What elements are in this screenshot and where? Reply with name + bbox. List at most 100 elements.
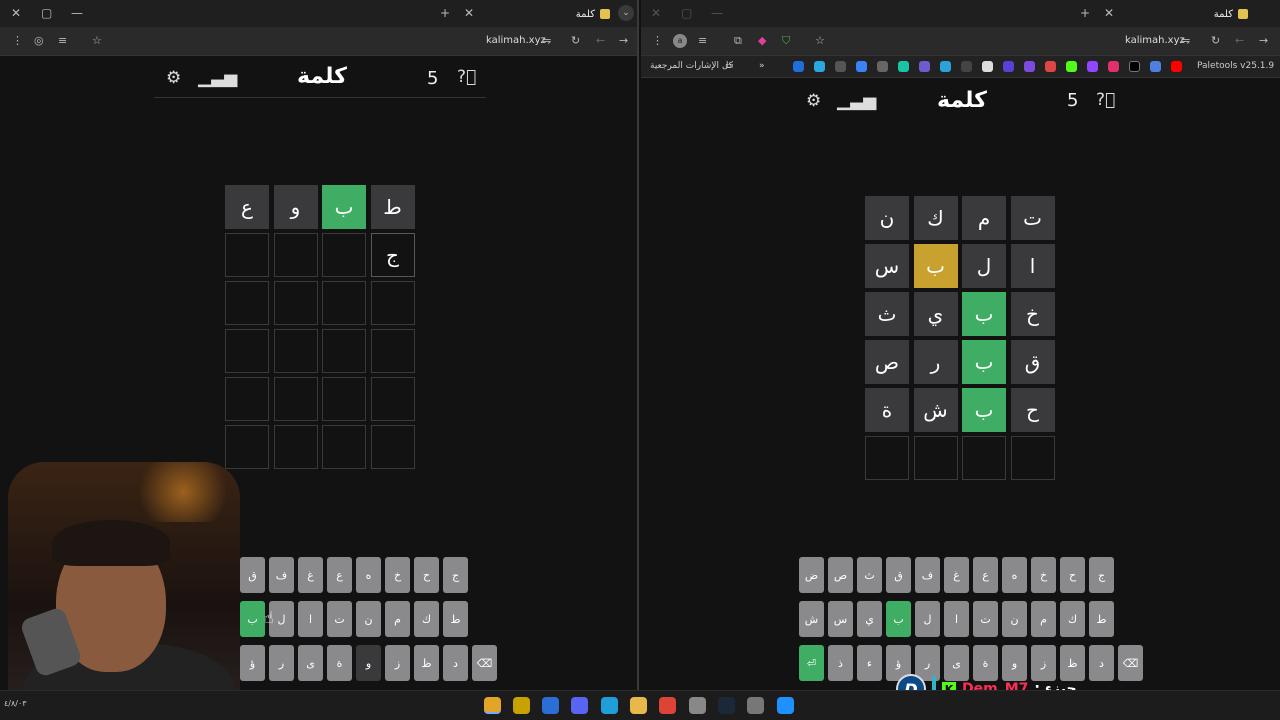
bookmark-icon-3[interactable] (835, 61, 846, 72)
keyboard-key[interactable]: ء (857, 645, 882, 681)
bookmark-icon-12[interactable] (1024, 61, 1035, 72)
paletools-label[interactable]: Paletools v25.1.9 (1197, 61, 1274, 71)
keyboard-key[interactable]: د (1089, 645, 1114, 681)
backspace-key[interactable]: ⌫ (1118, 645, 1143, 681)
kick-icon[interactable] (1066, 61, 1077, 72)
extension-shield-icon[interactable]: ⛉ (782, 34, 790, 48)
keyboard-key[interactable]: ا (298, 601, 323, 637)
windows-start-icon[interactable] (777, 697, 794, 714)
bookmark-star-icon[interactable]: ☆ (92, 34, 102, 47)
bookmark-icon-4[interactable] (856, 61, 867, 72)
keyboard-key[interactable]: ت (327, 601, 352, 637)
keyboard-key[interactable]: ظ (414, 645, 439, 681)
settings-gear-icon[interactable]: ⚙ (806, 91, 821, 111)
file-explorer-icon[interactable] (630, 697, 647, 714)
keyboard-key[interactable]: ذ (828, 645, 853, 681)
extensions-icon[interactable]: ≡ (58, 34, 67, 47)
bookmark-icon-6[interactable] (898, 61, 909, 72)
keyboard-key[interactable]: د (443, 645, 468, 681)
puzzle-icon[interactable]: ⧉ (734, 34, 742, 48)
bookmark-icon-13[interactable] (1045, 61, 1056, 72)
keyboard-key[interactable]: ك (1060, 601, 1085, 637)
minimize-icon[interactable]: — (71, 6, 83, 20)
url-text[interactable]: kalimah.xyz (1125, 35, 1185, 46)
x-icon[interactable] (1129, 61, 1140, 72)
stats-chart-icon[interactable]: ▁▃▅ (198, 68, 237, 88)
keyboard-key[interactable]: ف (269, 557, 294, 593)
keyboard-key[interactable]: ؤ (240, 645, 265, 681)
keyboard-key[interactable]: و (356, 645, 381, 681)
keyboard-key[interactable]: ق (886, 557, 911, 593)
forward-icon[interactable]: ← (596, 34, 605, 47)
more-bookmarks-icon[interactable]: » (759, 61, 765, 71)
keyboard-key[interactable]: ه (1002, 557, 1027, 593)
keyboard-key[interactable]: ص (828, 557, 853, 593)
help-icon[interactable]: ?⃝ (457, 67, 476, 87)
keyboard-key[interactable]: ر (269, 645, 294, 681)
keyboard-key[interactable]: غ (298, 557, 323, 593)
extension-pink-icon[interactable]: ◆ (758, 34, 766, 47)
keyboard-key[interactable]: س (828, 601, 853, 637)
keyboard-key[interactable]: ط (1089, 601, 1114, 637)
keyboard-key[interactable]: ع (327, 557, 352, 593)
forward-icon[interactable]: ← (1235, 34, 1244, 47)
menu-icon[interactable]: ⋮ (652, 34, 663, 47)
keyboard-key[interactable]: ث (857, 557, 882, 593)
tab-search-icon[interactable]: ⌄ (618, 5, 634, 21)
keyboard-key[interactable]: غ (944, 557, 969, 593)
bookmark-icon-1[interactable] (793, 61, 804, 72)
keyboard-key[interactable]: ط (443, 601, 468, 637)
menu-icon[interactable]: ⋮ (12, 34, 23, 47)
close-tab-icon[interactable]: ✕ (464, 6, 474, 20)
edge-icon[interactable] (601, 697, 618, 714)
keyboard-key[interactable]: خ (385, 557, 410, 593)
maximize-icon[interactable]: ▢ (681, 6, 692, 20)
site-settings-icon[interactable]: ⇋ (1181, 34, 1190, 47)
settings-gear-icon[interactable]: ⚙ (166, 68, 181, 88)
keyboard-key[interactable]: ض (799, 557, 824, 593)
settings-app-icon[interactable] (747, 697, 764, 714)
folder-icon[interactable]: ▭ (725, 61, 734, 71)
keyboard-key[interactable]: ح (1060, 557, 1085, 593)
chrome-alt-icon[interactable] (659, 697, 676, 714)
keyboard-key[interactable]: ح (414, 557, 439, 593)
extensions-menu-icon[interactable]: ≡ (698, 34, 707, 47)
keyboard-key[interactable]: ف (915, 557, 940, 593)
rockstar-icon[interactable] (513, 697, 530, 714)
minimize-icon[interactable]: — (711, 6, 723, 20)
all-bookmarks-label[interactable]: كل الإشارات المرجعية (650, 61, 733, 71)
keyboard-key[interactable]: ة (327, 645, 352, 681)
reload-icon[interactable]: ↻ (571, 34, 580, 47)
keyboard-key[interactable]: ع (973, 557, 998, 593)
bookmark-icon-8[interactable] (940, 61, 951, 72)
keyboard-key[interactable]: ن (356, 601, 381, 637)
bookmark-star-icon[interactable]: ☆ (815, 34, 825, 47)
keyboard-key[interactable]: ز (385, 645, 410, 681)
help-icon[interactable]: ?⃝ (1096, 90, 1115, 110)
youtube-icon[interactable] (1171, 61, 1182, 72)
keyboard-key[interactable]: ا (944, 601, 969, 637)
keyboard-key[interactable]: خ (1031, 557, 1056, 593)
url-text[interactable]: kalimah.xyz (486, 35, 546, 46)
app-blue-icon[interactable] (542, 697, 559, 714)
new-tab-icon[interactable]: + (1080, 6, 1090, 20)
bookmark-icon-7[interactable] (919, 61, 930, 72)
bookmark-icon-11[interactable] (1003, 61, 1014, 72)
bookmark-icon-2[interactable] (814, 61, 825, 72)
close-tab-icon[interactable]: ✕ (1104, 6, 1114, 20)
bookmark-icon-9[interactable] (961, 61, 972, 72)
steam-icon[interactable] (718, 697, 735, 714)
translate-icon[interactable] (1150, 61, 1161, 72)
backspace-key[interactable]: ⌫ (472, 645, 497, 681)
keyboard-key[interactable]: ي (857, 601, 882, 637)
bookmark-icon-10[interactable] (982, 61, 993, 72)
keyboard-key[interactable]: ك (414, 601, 439, 637)
stats-chart-icon[interactable]: ▁▃▅ (837, 91, 876, 111)
profile-icon[interactable]: ◎ (34, 34, 44, 47)
tab-kalimah[interactable]: كلمة (548, 4, 610, 24)
twitch-icon[interactable] (1087, 61, 1098, 72)
bookmark-icon-5[interactable] (877, 61, 888, 72)
keyboard-key[interactable]: ب (886, 601, 911, 637)
close-window-icon[interactable]: ✕ (11, 6, 21, 20)
close-window-icon[interactable]: ✕ (651, 6, 661, 20)
